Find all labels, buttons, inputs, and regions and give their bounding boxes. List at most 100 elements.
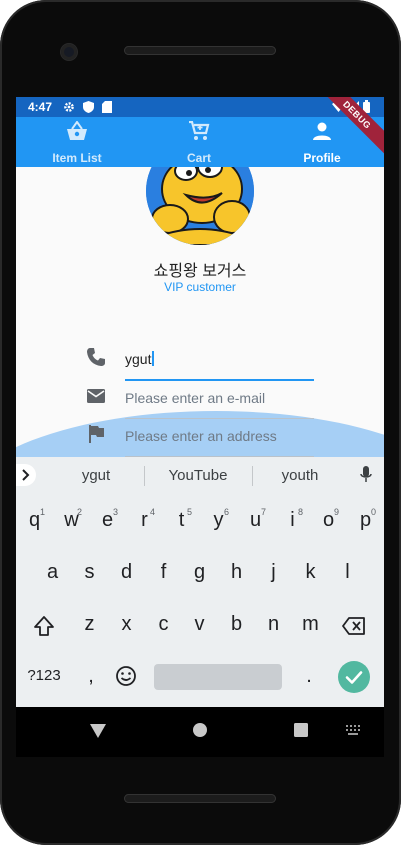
key-hint: 5 [186,507,192,517]
symbols-key[interactable]: ?123 [22,667,66,684]
address-field[interactable]: Please enter an address [86,416,316,457]
screen: 4:47 Item List Cart Profile DEBUG 쇼핑왕 보거… [16,97,384,707]
suggestion-bar: ygut YouTube youth [16,457,384,495]
settings-icon [64,102,74,112]
key-w[interactable]: w2 [53,507,90,532]
key-h[interactable]: h [218,561,255,584]
tab-label: Cart [186,151,211,165]
key-f[interactable]: f [145,561,182,584]
key-b[interactable]: b [218,613,255,636]
tab-cart[interactable]: Cart [138,117,260,167]
profile-page: 쇼핑왕 보거스 VIP customer ygut Please enter a… [16,167,384,457]
shield-icon [83,101,94,113]
home-icon[interactable] [193,723,207,737]
microphone-icon[interactable] [360,466,372,484]
key-l[interactable]: l [329,561,366,584]
key-hint: 8 [297,507,303,517]
checkmark-icon [345,671,363,684]
key-v[interactable]: v [181,613,218,636]
suggestion-1[interactable]: ygut [46,467,146,484]
keyboard-switcher-icon[interactable] [346,725,360,735]
key-x[interactable]: x [108,613,145,636]
key-label: e [101,509,114,531]
key-label: p [359,509,372,531]
sd-card-icon [102,101,112,113]
key-j[interactable]: j [255,561,292,584]
key-label: o [322,509,335,531]
key-label: t [178,509,185,531]
enter-key[interactable] [338,661,370,693]
key-t[interactable]: t5 [163,507,200,532]
key-hint: 7 [260,507,266,517]
key-o[interactable]: o9 [310,507,347,532]
key-z[interactable]: z [71,613,108,636]
comma-key[interactable]: , [76,665,106,688]
bottom-speaker [124,794,276,803]
person-icon [313,122,331,140]
suggestion-divider [144,466,145,486]
recents-icon[interactable] [294,723,308,737]
key-label: y [213,509,224,531]
address-input[interactable]: Please enter an address [125,428,277,444]
top-speaker [124,46,276,55]
tab-label: Item List [52,151,102,165]
phone-input[interactable]: ygut [125,351,155,367]
phone-icon [87,348,105,366]
key-i[interactable]: i8 [274,507,311,532]
key-y[interactable]: y6 [200,507,237,532]
key-a[interactable]: a [34,561,71,584]
emoji-icon[interactable] [115,665,137,687]
key-hint: 3 [112,507,118,517]
key-p[interactable]: p0 [347,507,384,532]
key-k[interactable]: k [292,561,329,584]
email-field[interactable]: Please enter an e-mail [86,378,316,419]
soft-keyboard: ygut YouTube youth q1 w2 e3 r4 t5 y6 u7 … [16,457,384,707]
key-r[interactable]: r4 [126,507,163,532]
key-g[interactable]: g [181,561,218,584]
key-hint: 0 [370,507,376,517]
basket-icon [67,121,87,140]
key-u[interactable]: u7 [237,507,274,532]
suggestion-2[interactable]: YouTube [148,467,248,484]
key-hint: 6 [223,507,229,517]
cart-icon [189,121,210,140]
key-label: r [141,509,148,531]
key-hint: 4 [149,507,155,517]
status-time: 4:47 [28,100,53,114]
period-key[interactable]: . [294,665,324,688]
profile-level: VIP customer [164,280,236,294]
key-label: u [249,509,262,531]
mail-icon [87,389,105,403]
key-e[interactable]: e3 [89,507,126,532]
tab-bar: Item List Cart Profile [16,117,384,187]
back-icon[interactable] [90,724,106,738]
tab-label: Profile [303,151,341,165]
key-d[interactable]: d [108,561,145,584]
key-label: i [290,509,295,531]
backspace-icon[interactable] [342,617,366,635]
tab-item-list[interactable]: Item List [16,117,138,167]
shift-key-icon[interactable] [33,615,55,637]
key-hint: 2 [76,507,82,517]
key-label: q [28,509,41,531]
space-key[interactable] [154,664,282,690]
suggestion-3[interactable]: youth [250,467,350,484]
suggestion-expand-button[interactable] [16,464,36,486]
key-n[interactable]: n [255,613,292,636]
key-c[interactable]: c [145,613,182,636]
avatar [146,167,254,245]
key-s[interactable]: s [71,561,108,584]
phone-frame: 4:47 Item List Cart Profile DEBUG 쇼핑왕 보거… [0,0,401,845]
front-camera [61,44,77,60]
status-bar: 4:47 [16,97,384,117]
navigation-bar [16,707,384,757]
flag-icon [89,425,104,443]
phone-field[interactable]: ygut [86,339,316,381]
chevron-right-icon [22,469,30,481]
email-input[interactable]: Please enter an e-mail [125,390,265,406]
key-m[interactable]: m [292,613,329,636]
key-q[interactable]: q1 [16,507,53,532]
text-cursor [152,351,155,366]
phone-value: ygut [125,351,152,367]
profile-name: 쇼핑왕 보거스 [153,263,247,280]
